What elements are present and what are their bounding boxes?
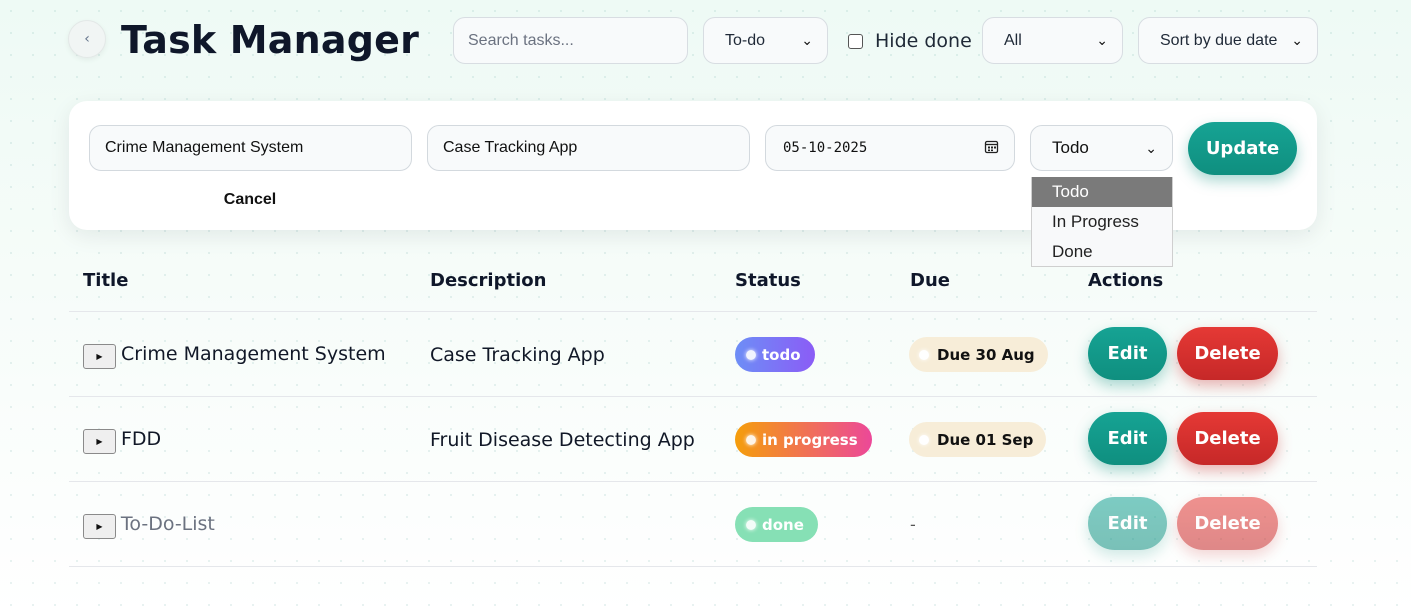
status-dot-icon (746, 434, 756, 445)
task-title: To-Do-List (121, 513, 215, 535)
category-filter-select[interactable]: All ⌄ (982, 17, 1123, 64)
status-badge: todo (735, 337, 815, 372)
due-badge-label: Due 01 Sep (937, 430, 1034, 449)
column-header-description: Description (430, 270, 547, 291)
delete-button[interactable]: Delete (1177, 327, 1278, 380)
expand-row-button[interactable]: ▶ (83, 344, 116, 369)
status-badge-label: done (762, 515, 804, 534)
table-row: ▶ FDD Fruit Disease Detecting App in pro… (0, 397, 1411, 482)
task-description: Fruit Disease Detecting App (430, 429, 695, 451)
edit-due-date-value: 05-10-2025 (783, 140, 868, 156)
due-dot-icon (919, 434, 929, 445)
page-title: Task Manager (121, 18, 420, 62)
hide-done-toggle[interactable]: Hide done (848, 30, 972, 52)
status-badge: done (735, 507, 818, 542)
status-option-todo[interactable]: Todo (1032, 177, 1172, 207)
status-filter-select[interactable]: To-do ⌄ (703, 17, 828, 64)
table-row: ▶ To-Do-List done - Edit Delete (0, 482, 1411, 567)
status-badge-label: todo (762, 345, 801, 364)
task-title: Crime Management System (121, 343, 386, 365)
caret-right-icon: ▶ (96, 437, 103, 446)
chevron-left-icon: ‹ (84, 31, 90, 47)
status-badge-label: in progress (762, 430, 858, 449)
edit-description-input[interactable]: Case Tracking App (427, 125, 750, 171)
edit-button[interactable]: Edit (1088, 497, 1167, 550)
delete-button[interactable]: Delete (1177, 497, 1278, 550)
chevron-down-icon: ⌄ (801, 32, 813, 48)
caret-right-icon: ▶ (96, 522, 103, 531)
due-dot-icon (919, 349, 929, 360)
task-title: FDD (121, 428, 162, 450)
chevron-down-icon: ⌄ (1145, 139, 1157, 156)
due-badge: Due 30 Aug (909, 337, 1048, 372)
table-divider (69, 566, 1317, 567)
sort-value: Sort by due date (1160, 31, 1278, 49)
category-filter-value: All (1004, 31, 1022, 49)
cancel-button[interactable]: Cancel (210, 190, 290, 210)
edit-title-value: Crime Management System (105, 139, 304, 156)
chevron-down-icon: ⌄ (1291, 32, 1303, 48)
due-badge-label: Due 30 Aug (937, 345, 1035, 364)
caret-right-icon: ▶ (96, 352, 103, 361)
update-button[interactable]: Update (1188, 122, 1297, 175)
column-header-due: Due (910, 270, 950, 291)
status-option-done[interactable]: Done (1032, 237, 1172, 267)
chevron-down-icon: ⌄ (1096, 32, 1108, 48)
hide-done-label: Hide done (875, 30, 972, 52)
back-button[interactable]: ‹ (68, 20, 106, 58)
edit-button[interactable]: Edit (1088, 412, 1167, 465)
edit-due-date-input[interactable]: 05-10-2025 (765, 125, 1015, 171)
hide-done-checkbox[interactable] (848, 33, 863, 49)
column-header-status: Status (735, 270, 801, 291)
search-placeholder: Search tasks... (468, 31, 574, 49)
edit-status-value: Todo (1052, 138, 1089, 157)
column-header-actions: Actions (1088, 270, 1164, 291)
edit-status-select[interactable]: Todo ⌄ (1030, 125, 1173, 171)
search-input[interactable]: Search tasks... (453, 17, 688, 64)
due-empty: - (910, 515, 916, 534)
calendar-icon[interactable] (984, 139, 999, 158)
edit-description-value: Case Tracking App (443, 139, 578, 156)
status-dot-icon (746, 349, 756, 360)
sort-select[interactable]: Sort by due date ⌄ (1138, 17, 1318, 64)
edit-title-input[interactable]: Crime Management System (89, 125, 412, 171)
edit-button[interactable]: Edit (1088, 327, 1167, 380)
status-dot-icon (746, 519, 756, 530)
status-option-in-progress[interactable]: In Progress (1032, 207, 1172, 237)
task-description: Case Tracking App (430, 344, 605, 366)
due-badge: Due 01 Sep (909, 422, 1047, 457)
status-badge: in progress (735, 422, 872, 457)
expand-row-button[interactable]: ▶ (83, 514, 116, 539)
expand-row-button[interactable]: ▶ (83, 429, 116, 454)
status-dropdown-menu: Todo In Progress Done (1031, 177, 1173, 267)
delete-button[interactable]: Delete (1177, 412, 1278, 465)
column-header-title: Title (83, 270, 129, 291)
status-filter-value: To-do (725, 31, 766, 49)
table-row: ▶ Crime Management System Case Tracking … (0, 312, 1411, 397)
